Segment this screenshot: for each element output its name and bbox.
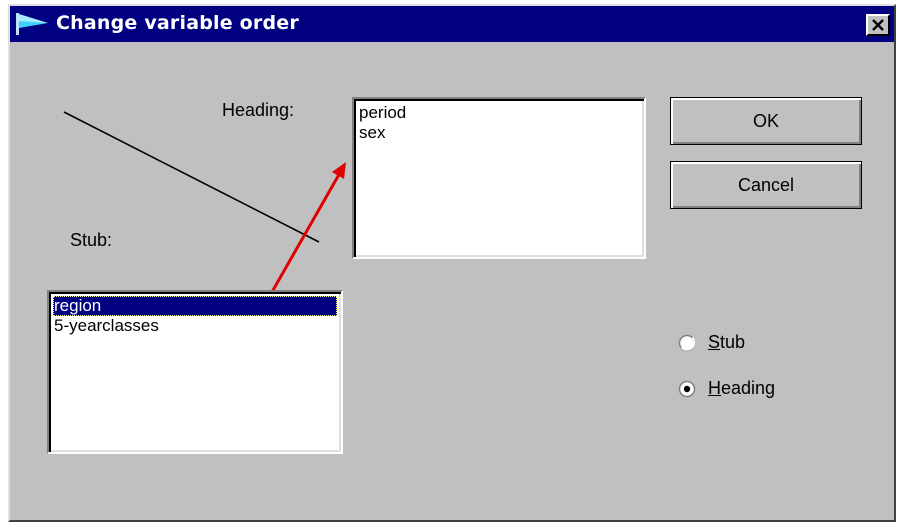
list-item[interactable]: 5-yearclasses [53,316,337,336]
list-item[interactable]: period [358,103,640,123]
list-item[interactable]: sex [358,123,640,143]
heading-radio[interactable]: Heading [678,378,775,399]
stub-radio-label: Stub [708,332,746,352]
radio-checked-icon [678,380,696,397]
stub-listbox[interactable]: region 5-yearclasses [47,290,343,454]
radio-unchecked-icon [678,334,696,351]
ok-button[interactable]: OK [670,97,862,145]
heading-label: Heading: [222,100,295,120]
change-variable-order-dialog: Change variable order Heading: Stub: per… [8,4,896,522]
heading-radio-label: Heading [708,378,776,398]
stub-label: Stub: [70,230,113,250]
stub-radio[interactable]: Stub [678,332,745,353]
list-item-selected[interactable]: region [53,296,337,316]
heading-listbox[interactable]: period sex [352,97,646,259]
diagonal-divider-line [63,111,320,243]
cancel-button[interactable]: Cancel [670,161,862,209]
